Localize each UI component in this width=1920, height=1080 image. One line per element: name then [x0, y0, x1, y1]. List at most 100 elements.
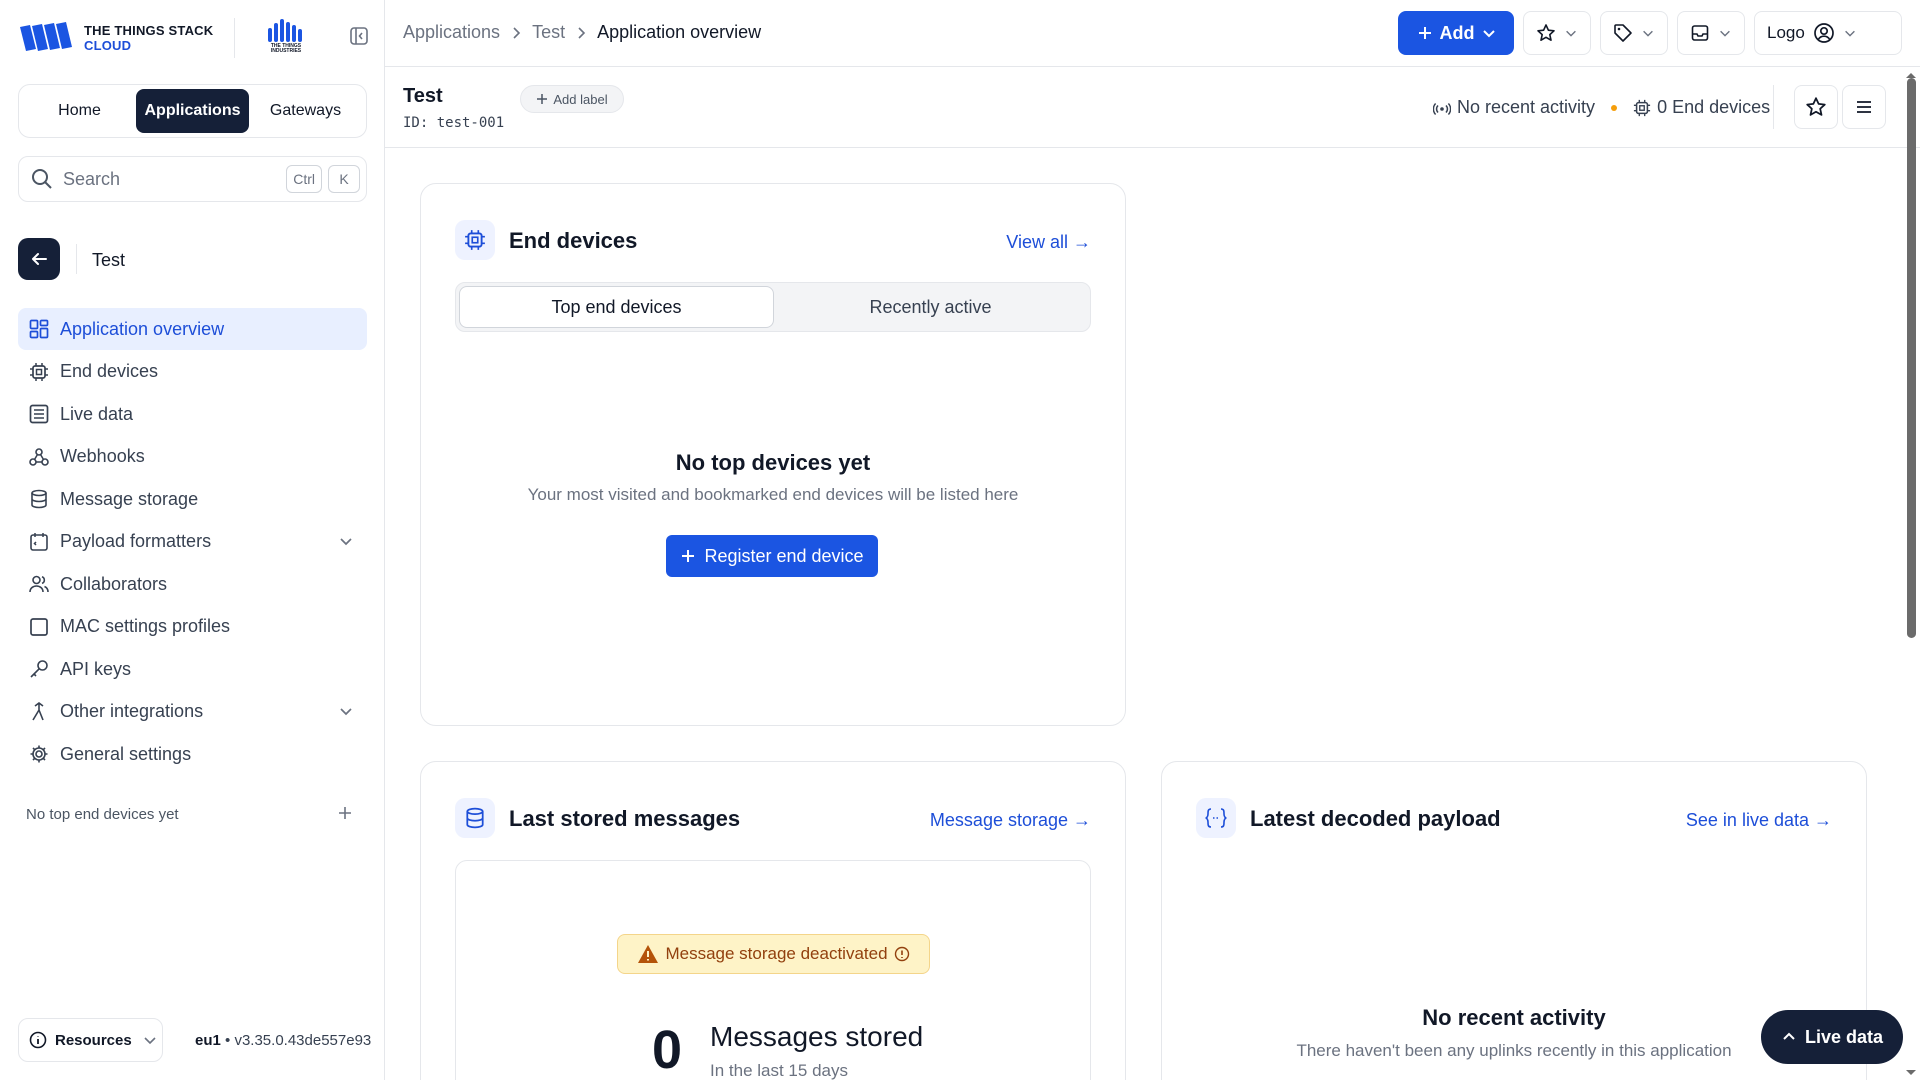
view-all-link[interactable]: View all →	[1006, 232, 1091, 253]
users-icon	[28, 573, 50, 595]
sidebar-item-message-storage[interactable]: Message storage	[18, 478, 367, 520]
chevron-down-icon[interactable]	[337, 532, 355, 550]
tab-home[interactable]: Home	[23, 89, 136, 133]
breadcrumb-applications[interactable]: Applications	[403, 22, 500, 43]
sidebar-item-label: Message storage	[60, 488, 199, 509]
brand-logo[interactable]: THE THINGS STACK CLOUD	[18, 18, 213, 58]
add-label-button[interactable]: Add label	[520, 85, 624, 113]
region-label: eu1	[195, 1032, 221, 1049]
inbox-icon	[1691, 25, 1709, 41]
plus-icon[interactable]	[336, 804, 354, 822]
register-label: Register end device	[704, 545, 864, 566]
page-scrollbar[interactable]	[1902, 68, 1920, 1080]
end-device-count[interactable]: 0 End devices	[1657, 97, 1770, 118]
tab-recently-active[interactable]: Recently active	[774, 286, 1087, 328]
labels-button[interactable]	[1600, 11, 1668, 55]
org-logo: Logo	[1767, 23, 1805, 42]
message-storage-link[interactable]: Message storage →	[930, 810, 1091, 831]
register-end-device-button[interactable]: Register end device	[666, 535, 878, 577]
notifications-button[interactable]	[1677, 11, 1745, 55]
chevron-down-icon	[1566, 30, 1576, 37]
sidebar-item-other-integrations[interactable]: Other integrations	[18, 691, 367, 733]
see-in-live-data-link[interactable]: See in live data →	[1686, 810, 1832, 831]
live-data-button[interactable]: Live data	[1761, 1010, 1903, 1064]
sidebar-item-general-settings[interactable]: General settings	[18, 733, 367, 775]
tab-top-end-devices[interactable]: Top end devices	[459, 286, 774, 328]
sidebar-item-payload-formatters[interactable]: Payload formatters	[18, 521, 367, 563]
messages-count-label: Messages stored	[710, 1021, 924, 1052]
search-icon	[32, 169, 52, 189]
live-data-label: Live data	[1804, 1026, 1884, 1047]
sidebar-item-mac-settings-profiles[interactable]: MAC settings profiles	[18, 606, 367, 648]
tti-text: THE THINGS INDUSTRIES	[270, 43, 302, 54]
sidebar-item-api-keys[interactable]: API keys	[18, 648, 367, 690]
activity-summary: No recent activity 0 End devices	[1433, 97, 1770, 118]
user-menu-button[interactable]: Logo	[1754, 11, 1902, 55]
card-icon	[455, 220, 495, 260]
database-icon	[466, 807, 484, 829]
empty-state-title: No recent activity	[1422, 1005, 1606, 1030]
main-tabs: Home Applications Gateways	[18, 84, 367, 138]
sidebar-item-live-data[interactable]: Live data	[18, 393, 367, 435]
info-icon	[894, 946, 909, 962]
page-header: Test ID: test-001 Add label No recent ac…	[385, 67, 1920, 148]
sidebar: THE THINGS STACK CLOUD THE THINGS INDUST…	[0, 0, 385, 1080]
square-icon	[28, 616, 50, 638]
chevron-down-icon	[1643, 30, 1653, 37]
storage-summary-box: Message storage deactivated 0 Messages s…	[455, 860, 1091, 1080]
webhook-icon	[28, 446, 50, 468]
search-input[interactable]: Search Ctrl K	[18, 156, 367, 202]
tti-logo[interactable]: THE THINGS INDUSTRIES	[266, 18, 306, 56]
tab-applications[interactable]: Applications	[136, 89, 249, 133]
version-label: v3.35.0.43de557e93	[234, 1032, 372, 1049]
star-icon	[1806, 97, 1826, 116]
warning-text: Message storage deactivated	[665, 944, 888, 963]
sidebar-item-label: End devices	[60, 361, 159, 381]
more-menu-button[interactable]	[1842, 85, 1886, 129]
bookmarks-button[interactable]	[1523, 11, 1591, 55]
sidebar-item-label: Other integrations	[60, 701, 204, 721]
plus-icon	[1418, 27, 1431, 39]
bookmark-button[interactable]	[1794, 85, 1838, 129]
messages-count: 0	[652, 1020, 683, 1080]
sidebar-item-collaborators[interactable]: Collaborators	[18, 563, 367, 605]
chip-icon	[465, 230, 485, 250]
no-top-devices-text: No top end devices yet	[26, 806, 179, 823]
storage-deactivated-badge[interactable]: Message storage deactivated	[617, 934, 930, 974]
sidebar-item-label: Webhooks	[60, 446, 145, 466]
sidebar-item-application-overview[interactable]: Application overview	[18, 308, 367, 350]
brand-line1: THE THINGS STACK	[84, 23, 214, 38]
warning-icon	[638, 945, 659, 963]
resources-button[interactable]: Resources	[18, 1018, 163, 1062]
empty-state-subtitle: There haven't been any uplinks recently …	[1296, 1041, 1732, 1060]
chevron-down-icon[interactable]	[337, 702, 355, 720]
sidebar-item-end-devices[interactable]: End devices	[18, 351, 367, 393]
signal-icon	[1433, 102, 1451, 115]
info-icon	[29, 1031, 47, 1049]
collapse-sidebar-icon[interactable]	[348, 25, 370, 47]
current-app-name: Test	[92, 250, 126, 270]
back-button[interactable]	[18, 238, 60, 280]
scroll-down-icon[interactable]	[1902, 1068, 1920, 1078]
card-icon	[455, 798, 495, 838]
add-label: Add	[1439, 22, 1475, 43]
chevron-down-icon	[1720, 30, 1730, 37]
chevron-right-icon	[513, 26, 521, 39]
breadcrumb-test[interactable]: Test	[532, 22, 565, 43]
activity-status: No recent activity	[1457, 97, 1596, 117]
add-button[interactable]: Add	[1398, 11, 1514, 55]
sidebar-item-label: Application overview	[60, 318, 225, 339]
database-icon	[28, 488, 50, 510]
star-icon	[1537, 24, 1555, 41]
brand-line2: CLOUD	[84, 38, 132, 53]
search-placeholder: Search	[63, 168, 121, 189]
scroll-thumb[interactable]	[1907, 78, 1916, 638]
empty-state-subtitle: Your most visited and bookmarked end dev…	[527, 485, 1019, 504]
chip-icon	[28, 361, 50, 383]
integration-icon	[28, 701, 50, 723]
add-label-text: Add label	[553, 91, 608, 107]
user-icon	[1813, 23, 1834, 43]
sidebar-item-webhooks[interactable]: Webhooks	[18, 436, 367, 478]
tab-gateways[interactable]: Gateways	[249, 89, 362, 133]
sidebar-item-label: MAC settings profiles	[60, 616, 231, 636]
